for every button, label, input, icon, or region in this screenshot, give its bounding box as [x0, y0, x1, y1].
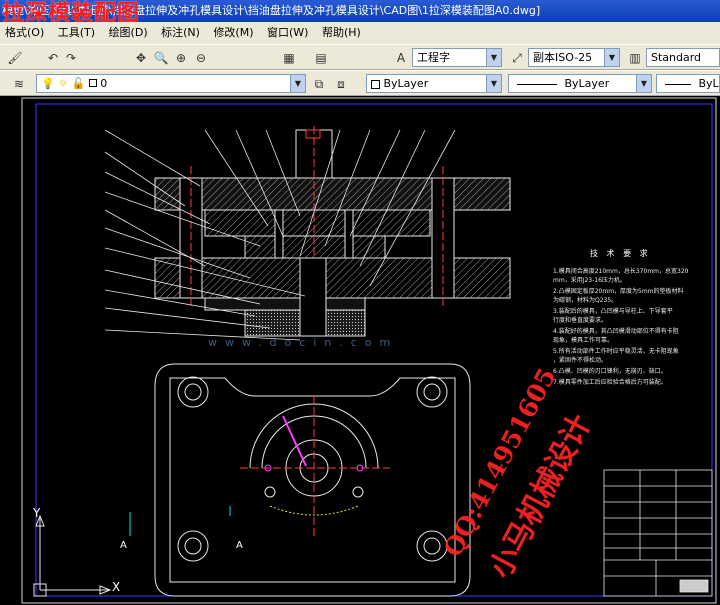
- sun-icon: ☼: [58, 77, 69, 90]
- zoom-window-icon[interactable]: ⊕: [172, 49, 190, 67]
- paint-brush-icon[interactable]: 🖌: [6, 49, 24, 67]
- menu-draw[interactable]: 绘图(D): [104, 22, 153, 44]
- tech-line: 行度和垂直度要求。: [553, 317, 608, 324]
- tech-line: 5.所有活动部件工作时应平稳灵活，无卡阻现象: [553, 348, 679, 355]
- title-block: [603, 469, 713, 597]
- tech-line: 现象，模具工作可靠。: [553, 337, 614, 344]
- zoom-previous-icon[interactable]: ⊖: [192, 49, 210, 67]
- tech-line: ，紧固件不得松动。: [553, 357, 608, 364]
- lock-icon: 🔓: [71, 77, 86, 90]
- dim-style-icon[interactable]: ⤢: [508, 49, 526, 67]
- ucs-icon: [33, 514, 112, 597]
- pan-icon[interactable]: ✥: [132, 49, 150, 67]
- linetype-sample: [517, 83, 557, 85]
- plan-view: [129, 363, 471, 597]
- color-swatch: [371, 79, 380, 89]
- tech-requirements-title: 技 术 要 求: [590, 249, 651, 258]
- y-axis-label: Y: [33, 506, 41, 520]
- layer-manager-icon[interactable]: ≋: [10, 75, 28, 93]
- dim-style-select[interactable]: 副本ISO-25 ▼: [528, 48, 620, 67]
- layer-previous-icon[interactable]: ⧈: [332, 75, 350, 93]
- tech-line: 3.装配后的模具，凸凹模与导柱上、下导套平: [553, 308, 673, 315]
- menu-help[interactable]: 帮助(H): [317, 22, 366, 44]
- zoom-realtime-icon[interactable]: 🔍: [152, 49, 170, 67]
- cad-window: 模理\冲压模具\冲压模\挡油盘拉伸及冲孔模具设计\挡油盘拉伸及冲孔模具设计\CA…: [0, 0, 720, 605]
- menu-window[interactable]: 窗口(W): [262, 22, 313, 44]
- text-style-icon[interactable]: A: [392, 49, 410, 67]
- section-view: [154, 126, 511, 337]
- layer-select[interactable]: 💡 ☼ 🔓 0 ▼: [36, 74, 306, 93]
- tech-line: 为碳钢，材料为Q235。: [553, 297, 618, 304]
- redo-icon[interactable]: ↷: [62, 49, 80, 67]
- menu-tools[interactable]: 工具(T): [53, 22, 100, 44]
- make-layer-current-icon[interactable]: ⧉: [310, 75, 328, 93]
- chevron-down-icon[interactable]: ▼: [636, 75, 651, 92]
- chevron-down-icon[interactable]: ▼: [604, 49, 619, 66]
- properties-icon[interactable]: ▦: [280, 49, 298, 67]
- section-label-a-right: A: [236, 540, 243, 551]
- drawing-canvas[interactable]: www.docin.com 技 术 要 求 1.模具闭合高度210mm，总长37…: [0, 96, 720, 605]
- layers-toolbar: ≋ 💡 ☼ 🔓 0 ▼ ⧉ ⧈ ByLayer ▼ ByLayer ▼ ByLa…: [0, 70, 720, 96]
- text-style-select[interactable]: 工程字 ▼: [412, 48, 502, 67]
- menu-modify[interactable]: 修改(M): [208, 22, 258, 44]
- section-label-a-left: A: [120, 540, 127, 551]
- chevron-down-icon[interactable]: ▼: [486, 49, 501, 66]
- chevron-down-icon[interactable]: ▼: [486, 75, 501, 92]
- tech-line: 2.凸模固定板厚20mm，厚度为5mm的垫板材料: [553, 288, 684, 295]
- lineweight-select[interactable]: ByLay: [656, 74, 720, 93]
- layer-color-swatch: [88, 79, 97, 87]
- lineweight-sample: [665, 83, 691, 85]
- standard-toolbar: 🖌 ↶ ↷ ✥ 🔍 ⊕ ⊖ ▦ ▤ A 工程字 ▼ ⤢ 副本ISO-25 ▼ ▥…: [0, 44, 720, 70]
- docin-watermark: www.docin.com: [208, 336, 399, 349]
- tech-line: 1.模具闭合高度210mm，总长370mm，总宽320: [553, 268, 689, 275]
- menu-format[interactable]: 格式(O): [0, 22, 49, 44]
- tech-line: 4.装配好的模具，其凸凹模滑动部位不得有卡阻: [553, 328, 679, 335]
- chevron-down-icon[interactable]: ▼: [290, 75, 305, 92]
- linetype-select[interactable]: ByLayer ▼: [508, 74, 652, 93]
- undo-icon[interactable]: ↶: [44, 49, 62, 67]
- bulb-icon: 💡: [41, 77, 55, 90]
- tech-line: 6.凸模、凹模的刃口锋利，无崩刃、缺口。: [553, 368, 667, 375]
- tech-line: 7.模具零件加工后应检验合格后方可装配。: [553, 379, 667, 386]
- menu-bar: 格式(O) 工具(T) 绘图(D) 标注(N) 修改(M) 窗口(W) 帮助(H…: [0, 22, 720, 44]
- x-axis-label: X: [112, 580, 121, 594]
- calculator-icon[interactable]: ▤: [312, 49, 330, 67]
- color-select[interactable]: ByLayer ▼: [366, 74, 502, 93]
- tech-line: mm，采用J23-16压力机。: [553, 277, 626, 284]
- table-style-icon[interactable]: ▥: [626, 49, 644, 67]
- table-style-select[interactable]: Standard: [646, 48, 720, 67]
- menu-dimension[interactable]: 标注(N): [156, 22, 205, 44]
